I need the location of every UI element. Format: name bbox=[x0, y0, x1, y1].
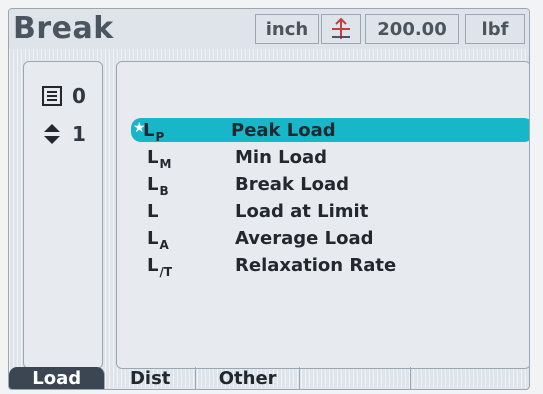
list-icon bbox=[42, 86, 62, 106]
item-label: Break Load bbox=[235, 173, 350, 195]
item-symbol: LA bbox=[147, 227, 169, 252]
list-item-min-load[interactable]: LM Min Load bbox=[135, 145, 529, 171]
item-label: Peak Load bbox=[231, 119, 336, 141]
page-title: Break bbox=[13, 11, 114, 46]
tab-other[interactable]: Other bbox=[196, 367, 301, 389]
item-label: Relaxation Rate bbox=[235, 254, 397, 276]
limit-value: 200.00 bbox=[377, 18, 447, 40]
list-item-relaxation-rate[interactable]: L/T Relaxation Rate bbox=[135, 253, 529, 279]
limit-value-field[interactable]: 200.00 bbox=[365, 14, 459, 44]
load-unit-button[interactable]: lbf bbox=[465, 14, 525, 44]
tab-empty-4[interactable] bbox=[300, 367, 411, 389]
scroll-count: 1 bbox=[72, 122, 86, 146]
list-item-peak-load[interactable]: ★ LP Peak Load bbox=[131, 118, 529, 144]
item-symbol: LM bbox=[147, 146, 172, 171]
tab-empty-5[interactable] bbox=[411, 367, 529, 389]
item-symbol: LP bbox=[143, 119, 165, 144]
tab-load[interactable]: Load bbox=[9, 367, 106, 389]
item-symbol: L bbox=[147, 200, 159, 222]
sample-count: 0 bbox=[72, 84, 86, 108]
measurement-list: ★ LP Peak Load LM Min Load LB Break Load… bbox=[116, 61, 529, 369]
scroll-counter[interactable]: 1 bbox=[40, 122, 86, 146]
tab-bar: Load Dist Other bbox=[9, 367, 529, 389]
distance-unit-button[interactable]: inch bbox=[255, 14, 319, 44]
list-item-break-load[interactable]: LB Break Load bbox=[135, 172, 529, 198]
list-item-load-at-limit[interactable]: L Load at Limit bbox=[135, 199, 529, 223]
load-unit-label: lbf bbox=[481, 18, 509, 40]
list-item-average-load[interactable]: LA Average Load bbox=[135, 226, 529, 252]
top-bar: Break inch 200.00 lbf bbox=[9, 9, 529, 49]
distance-unit-label: inch bbox=[265, 18, 309, 40]
sample-counter[interactable]: 0 bbox=[40, 84, 86, 108]
counter-panel: 0 1 bbox=[23, 61, 103, 369]
item-label: Min Load bbox=[235, 146, 328, 168]
limit-button[interactable] bbox=[321, 14, 361, 44]
limit-icon bbox=[332, 17, 350, 39]
tab-dist[interactable]: Dist bbox=[105, 367, 196, 389]
device-screen: Break inch 200.00 lbf 0 1 ★ LP Peak Load… bbox=[8, 8, 530, 390]
item-symbol: L/T bbox=[147, 254, 173, 279]
item-label: Load at Limit bbox=[235, 200, 369, 222]
item-label: Average Load bbox=[235, 227, 374, 249]
item-symbol: LB bbox=[147, 173, 169, 198]
updown-icon bbox=[44, 124, 60, 144]
